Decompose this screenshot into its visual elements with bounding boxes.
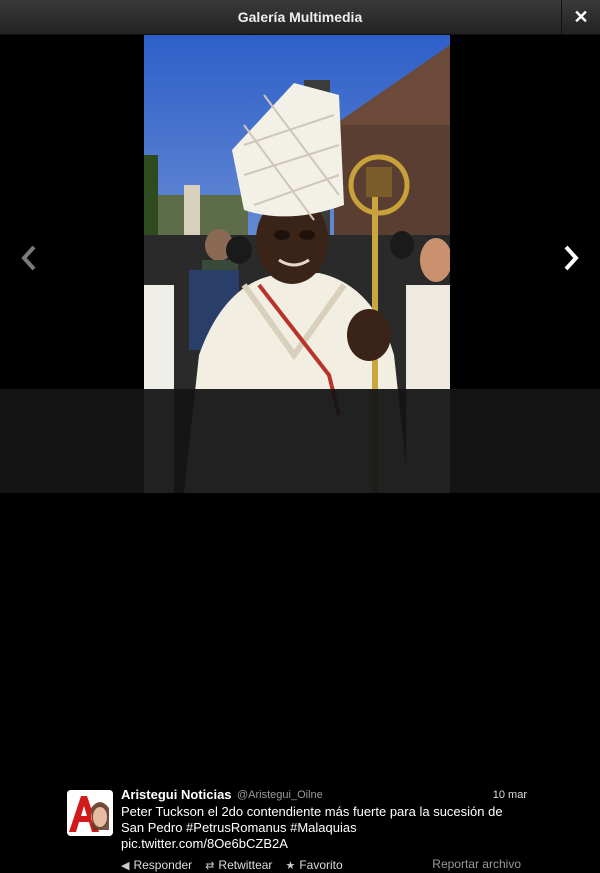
- tweet-date[interactable]: 10 mar: [493, 789, 527, 801]
- close-icon: ✕: [573, 6, 589, 27]
- chevron-left-icon: [21, 245, 36, 271]
- favorite-button[interactable]: ★ Favorito: [285, 857, 342, 873]
- retweet-label: Retwittear: [218, 858, 273, 872]
- reply-label: Responder: [133, 858, 193, 872]
- favorite-label: Favorito: [299, 858, 343, 872]
- tweet-text: Peter Tuckson el 2do contendiente más fu…: [121, 804, 521, 852]
- modal-header: Galería Multimedia ✕: [0, 0, 600, 35]
- retweet-button[interactable]: ⇄ Retwittear: [205, 857, 272, 873]
- report-media-link[interactable]: Reportar archivo: [432, 857, 521, 871]
- reply-button[interactable]: ◀ Responder: [121, 857, 192, 873]
- tweet-actions: ◀ Responder ⇄ Retwittear ★ Favorito: [121, 857, 356, 873]
- avatar[interactable]: [67, 790, 113, 836]
- tweet-author-name[interactable]: Aristegui Noticias: [121, 787, 232, 802]
- modal-title: Galería Multimedia: [237, 9, 363, 25]
- next-button[interactable]: [542, 228, 600, 288]
- tweet-text-line[interactable]: San Pedro #PetrusRomanus #Malaquias: [121, 820, 521, 836]
- tweet-text-line[interactable]: pic.twitter.com/8Oe6bCZB2A: [121, 836, 521, 852]
- chevron-right-icon: [564, 245, 579, 271]
- tweet-caption: Aristegui Noticias @Aristegui_Oilne 10 m…: [0, 389, 600, 872]
- star-icon: ★: [285, 859, 296, 872]
- close-button[interactable]: ✕: [561, 0, 600, 34]
- previous-button[interactable]: [0, 228, 58, 288]
- tweet-author-handle[interactable]: @Aristegui_Oilne: [237, 789, 323, 801]
- retweet-icon: ⇄: [205, 859, 215, 872]
- reply-icon: ◀: [121, 859, 130, 872]
- aristegui-logo-avatar: [67, 790, 113, 836]
- tweet-text-line: Peter Tuckson el 2do contendiente más fu…: [121, 804, 503, 819]
